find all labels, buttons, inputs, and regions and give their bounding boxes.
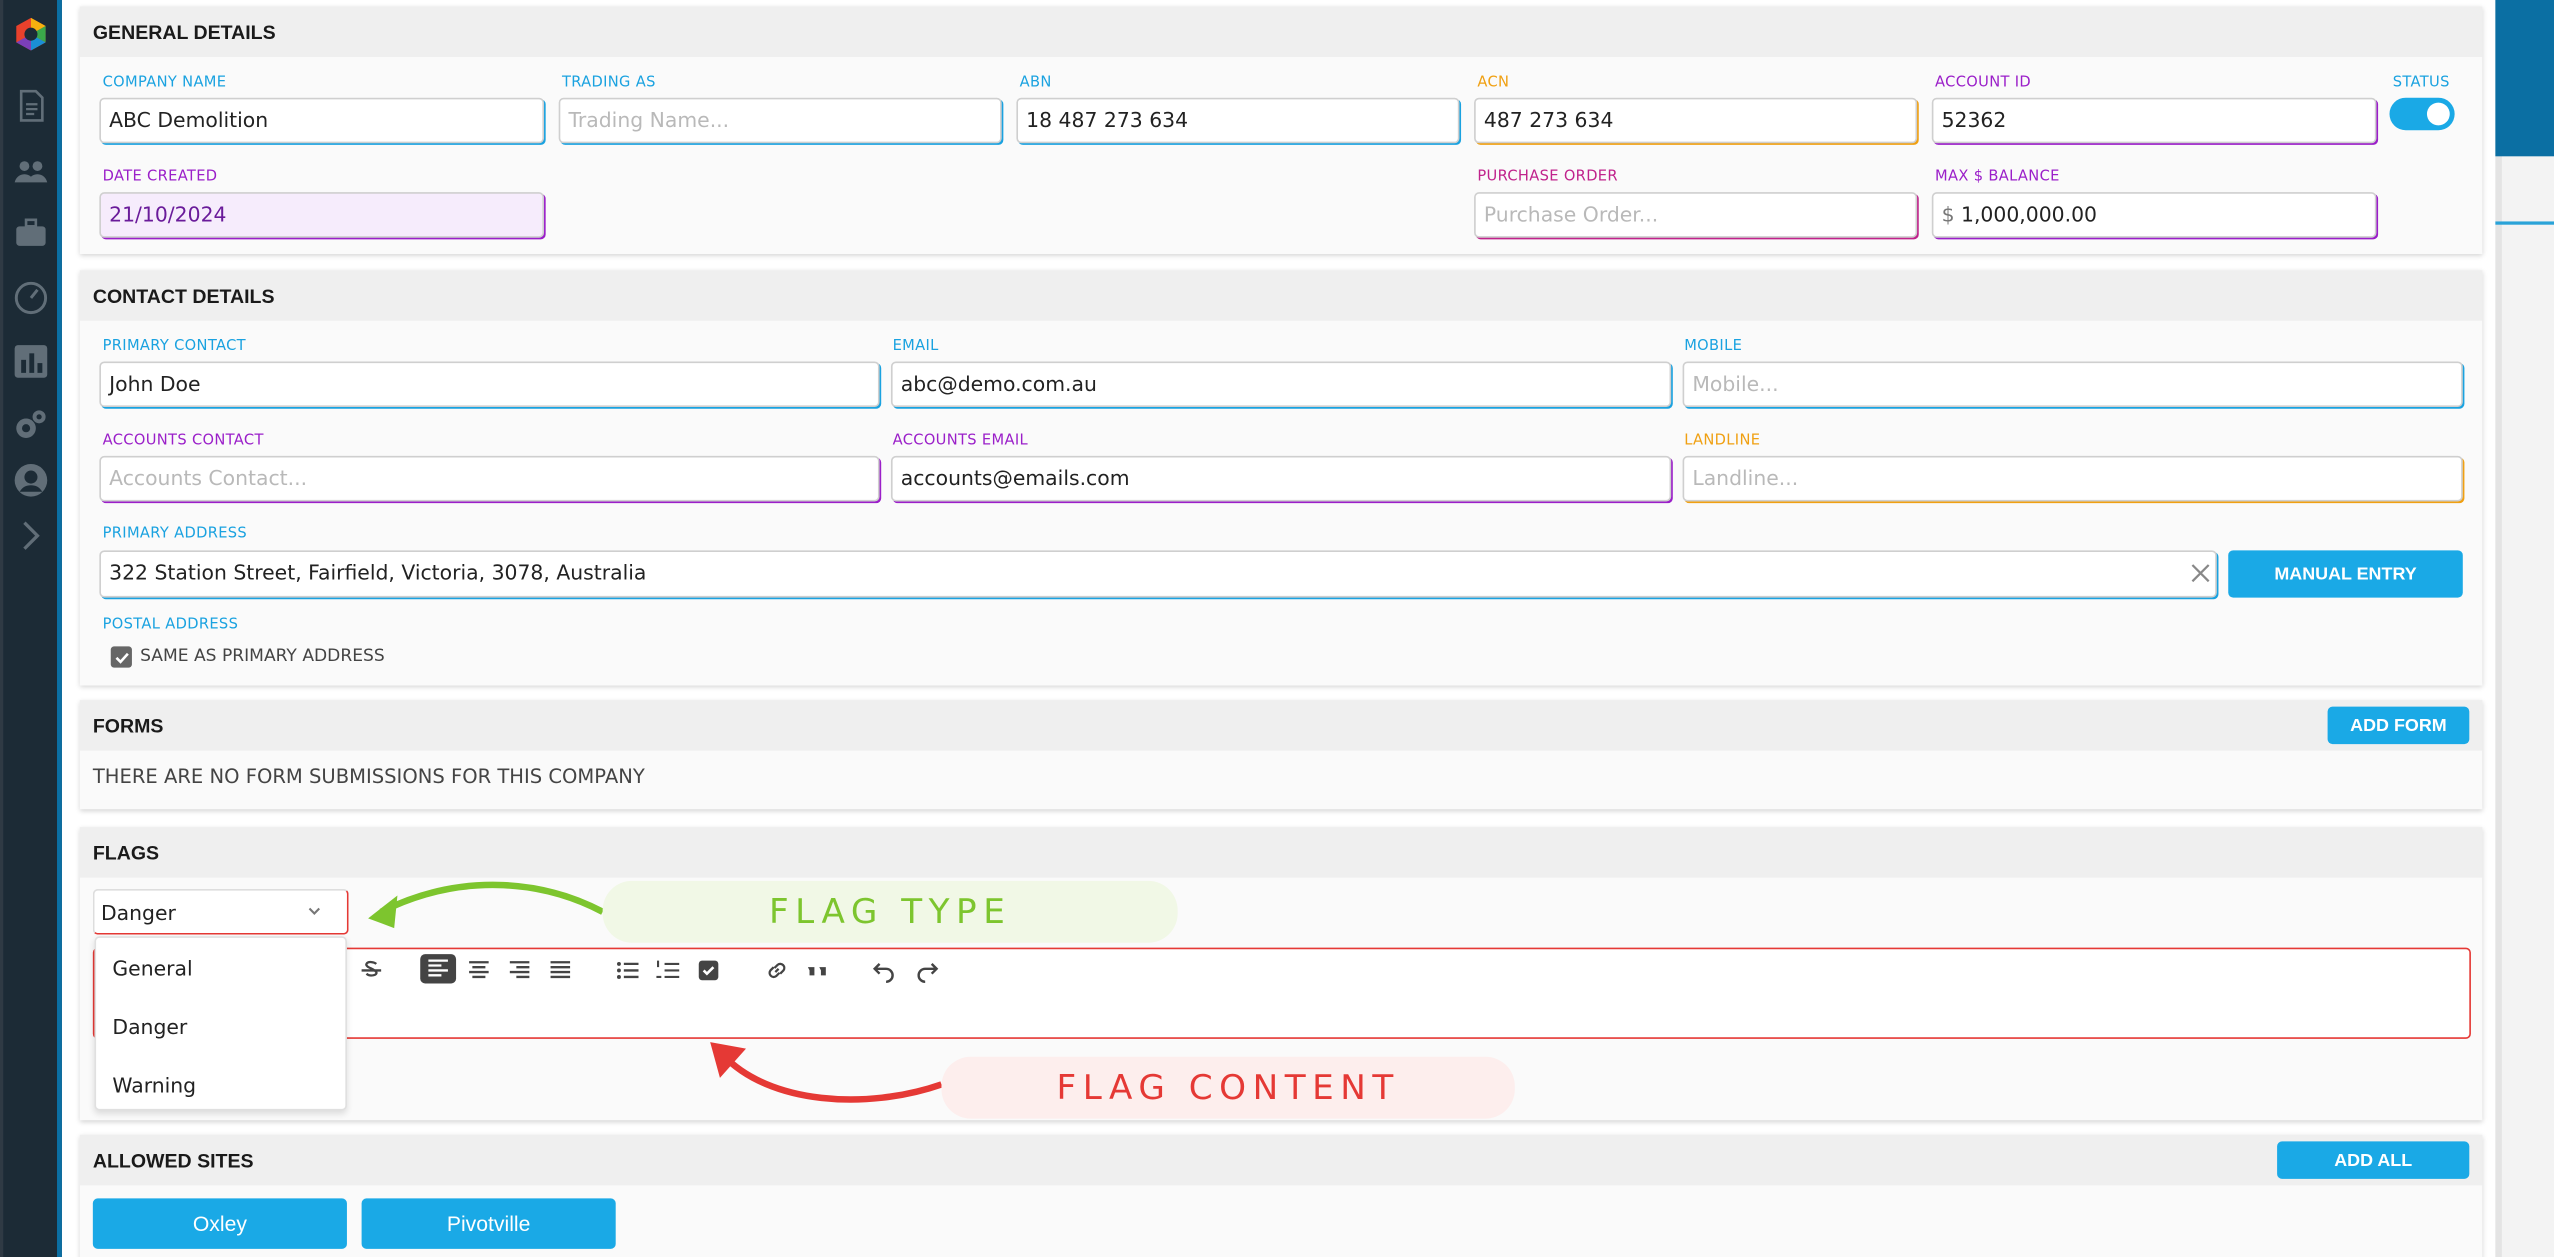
account-id-field[interactable]: 52362	[1931, 97, 2377, 144]
clear-icon[interactable]	[2191, 563, 2211, 583]
briefcase-icon[interactable]	[13, 215, 49, 251]
align-left-icon	[428, 959, 448, 977]
flag-type-arrow-icon	[368, 881, 605, 929]
primary-address-value: 322 Station Street, Fairfield, Victoria,…	[109, 560, 647, 585]
gauge-icon[interactable]	[13, 280, 49, 316]
bar-chart-icon[interactable]	[13, 344, 49, 380]
accounts-email-label: ACCOUNTS EMAIL	[892, 433, 1028, 450]
account-id-label: ACCOUNT ID	[1935, 74, 2032, 92]
support-icon[interactable]	[13, 462, 49, 498]
accounts-email-field[interactable]: accounts@emails.com	[890, 455, 1672, 502]
primary-address-field[interactable]: 322 Station Street, Fairfield, Victoria,…	[99, 550, 2217, 598]
forms-empty-message: THERE ARE NO FORM SUBMISSIONS FOR THIS C…	[92, 765, 645, 789]
flag-type-value: Danger	[100, 900, 176, 925]
dropdown-option-general[interactable]: General	[112, 956, 192, 980]
add-form-button[interactable]: ADD FORM	[2327, 706, 2470, 745]
date-created-label: DATE CREATED	[102, 169, 218, 186]
currency-prefix: $	[1941, 201, 1955, 227]
landline-field[interactable]: Landline...	[1682, 455, 2463, 502]
flag-type-callout: FLAG TYPE	[602, 880, 1178, 943]
primary-contact-label: PRIMARY CONTACT	[102, 338, 246, 355]
forms-header: FORMS	[79, 700, 2483, 751]
strikethrough-icon[interactable]	[358, 957, 384, 983]
users-icon[interactable]	[13, 153, 49, 189]
primary-address-label: PRIMARY ADDRESS	[102, 525, 248, 543]
settings-icon[interactable]	[13, 407, 49, 443]
max-balance-field[interactable]: $ 1,000,000.00	[1931, 192, 2377, 238]
section-title: FORMS	[92, 713, 164, 737]
mobile-label: MOBILE	[1684, 338, 1743, 355]
site-button-oxley[interactable]: Oxley	[92, 1198, 347, 1249]
status-label: STATUS	[2392, 74, 2450, 92]
abn-field[interactable]: 18 487 273 634	[1016, 97, 1460, 144]
email-field[interactable]: abc@demo.com.au	[890, 361, 1672, 408]
sidebar	[0, 0, 62, 1257]
align-right-icon[interactable]	[507, 957, 533, 983]
section-title: CONTACT DETAILS	[92, 284, 275, 307]
right-panel-divider	[2495, 221, 2554, 225]
align-center-icon[interactable]	[466, 957, 492, 983]
status-toggle[interactable]	[2389, 97, 2455, 131]
section-title: FLAGS	[92, 840, 160, 864]
app-logo-icon[interactable]	[13, 16, 49, 52]
postal-address-label: POSTAL ADDRESS	[102, 617, 239, 634]
right-panel-header	[2495, 0, 2554, 157]
accounts-contact-field[interactable]: Accounts Contact...	[99, 455, 880, 502]
primary-contact-field[interactable]: John Doe	[99, 361, 880, 408]
site-button-pivotville[interactable]: Pivotville	[361, 1198, 616, 1249]
company-name-field[interactable]: ABC Demolition	[99, 97, 545, 144]
quote-icon[interactable]	[805, 957, 831, 983]
acn-label: ACN	[1477, 74, 1510, 92]
align-justify-icon[interactable]	[547, 957, 573, 983]
bullet-list-icon[interactable]	[614, 957, 640, 983]
accounts-contact-label: ACCOUNTS CONTACT	[102, 433, 264, 450]
check-icon	[114, 652, 129, 663]
add-all-button[interactable]: ADD ALL	[2277, 1141, 2470, 1179]
purchase-order-field[interactable]: Purchase Order...	[1474, 192, 1918, 238]
dropdown-option-danger[interactable]: Danger	[112, 1014, 187, 1038]
link-icon[interactable]	[764, 957, 790, 983]
max-balance-label: MAX $ BALANCE	[1935, 169, 2060, 186]
right-panel-edge	[2495, 0, 2554, 1257]
numbered-list-icon[interactable]	[655, 957, 681, 983]
section-title: GENERAL DETAILS	[92, 20, 276, 44]
acn-field[interactable]: 487 273 634	[1474, 97, 1918, 144]
chevron-down-icon	[308, 907, 320, 915]
section-title: ALLOWED SITES	[92, 1148, 254, 1172]
flag-content-callout: FLAG CONTENT	[941, 1056, 1515, 1119]
trading-as-field[interactable]: Trading Name...	[558, 97, 1002, 144]
sidebar-accent	[57, 0, 62, 1257]
checklist-icon[interactable]	[696, 957, 722, 983]
forms-card: FORMS	[79, 700, 2483, 810]
contact-details-header: CONTACT DETAILS	[79, 270, 2483, 321]
general-details-header: GENERAL DETAILS	[79, 6, 2483, 57]
date-created-field[interactable]: 21/10/2024	[99, 192, 545, 238]
purchase-order-label: PURCHASE ORDER	[1477, 169, 1618, 186]
flag-type-dropdown: General Danger Warning	[94, 936, 347, 1111]
app-window: GENERAL DETAILS COMPANY NAME ABC Demolit…	[0, 0, 2554, 1257]
redo-icon[interactable]	[914, 957, 940, 984]
same-as-primary-label: SAME AS PRIMARY ADDRESS	[140, 646, 385, 666]
email-label: EMAIL	[892, 338, 939, 355]
chevron-right-icon[interactable]	[13, 518, 49, 554]
max-balance-value: 1,000,000.00	[1961, 201, 2098, 227]
allowed-sites-header: ALLOWED SITES	[79, 1134, 2483, 1186]
flag-content-arrow-icon	[710, 1042, 943, 1103]
dropdown-option-warning[interactable]: Warning	[112, 1073, 196, 1097]
undo-icon[interactable]	[871, 957, 897, 984]
mobile-field[interactable]: Mobile...	[1682, 361, 2463, 408]
flag-type-select[interactable]: Danger	[92, 889, 349, 935]
toggle-knob	[2426, 102, 2450, 126]
trading-as-label: TRADING AS	[561, 74, 656, 92]
manual-entry-button[interactable]: MANUAL ENTRY	[2228, 550, 2463, 598]
document-icon[interactable]	[13, 88, 49, 124]
right-panel-border	[2495, 0, 2502, 1257]
landline-label: LANDLINE	[1684, 433, 1761, 450]
same-as-primary-checkbox[interactable]	[110, 646, 132, 668]
abn-label: ABN	[1019, 74, 1052, 92]
align-left-button[interactable]	[420, 954, 457, 984]
company-name-label: COMPANY NAME	[102, 74, 227, 92]
